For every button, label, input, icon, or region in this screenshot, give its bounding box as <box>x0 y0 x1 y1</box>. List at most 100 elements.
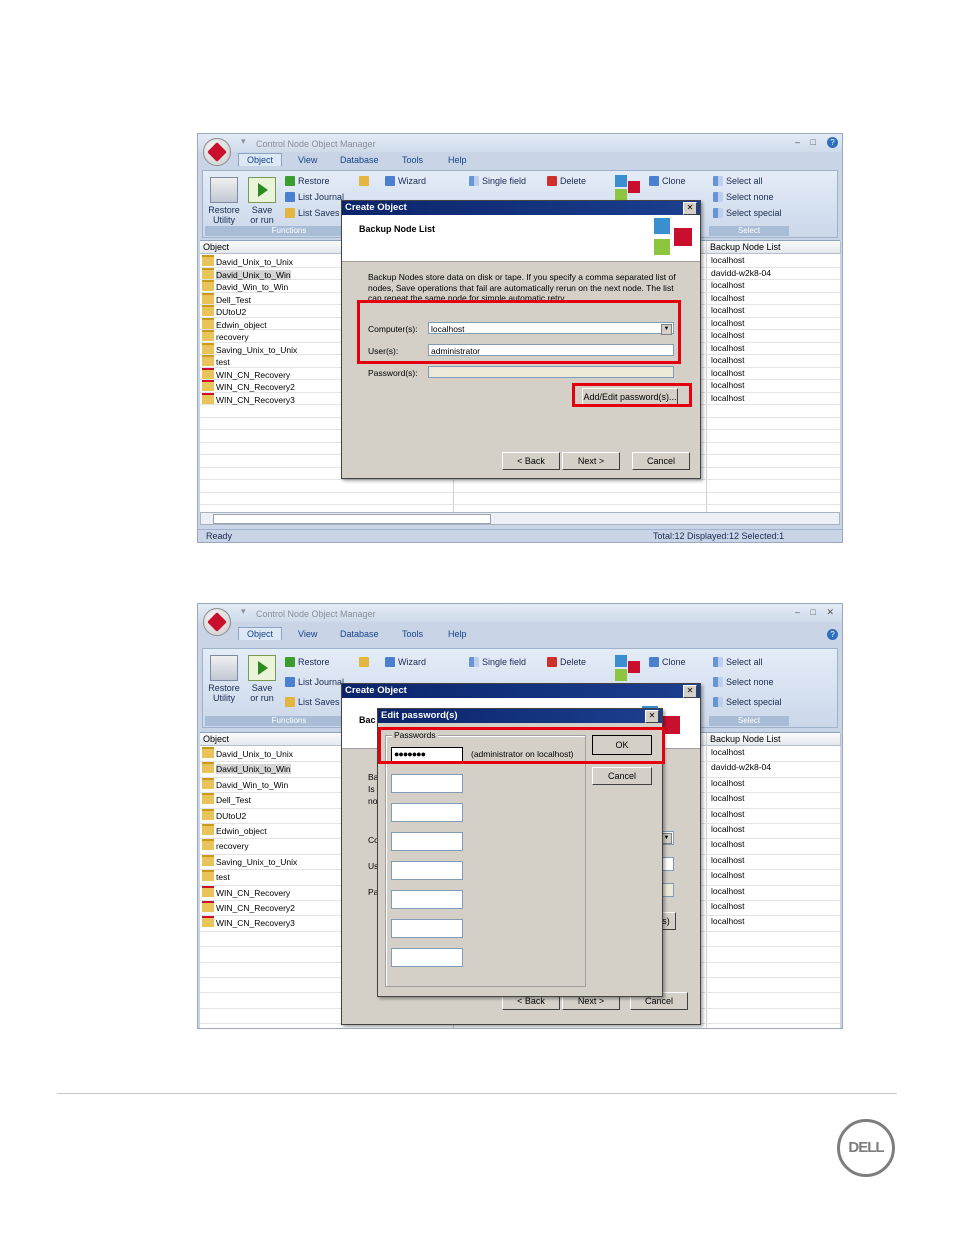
select-special-label: Select special <box>726 697 782 707</box>
wizard-button[interactable]: Wizard <box>385 176 426 186</box>
close-icon[interactable]: ✕ <box>645 710 659 723</box>
tab-help[interactable]: Help <box>448 629 467 639</box>
delete-button[interactable]: Delete <box>547 657 586 667</box>
object-cell[interactable]: Saving_Unix_to_Unix <box>202 342 297 355</box>
object-cell[interactable]: Dell_Test <box>202 292 251 305</box>
list-journal-button[interactable]: List Journal <box>285 677 344 687</box>
journal-icon <box>285 192 295 202</box>
list-saves-button[interactable]: List Saves <box>285 208 340 218</box>
single-field-button[interactable]: Single field <box>469 657 526 667</box>
select-none-button[interactable]: Select none <box>713 192 774 202</box>
tab-object[interactable]: Object <box>238 627 283 640</box>
app-orb-button[interactable] <box>203 608 231 636</box>
object-cell[interactable]: David_Win_to_Win <box>202 280 288 292</box>
object-cell[interactable]: David_Win_to_Win <box>202 777 289 790</box>
select-all-button[interactable]: Select all <box>713 176 763 186</box>
list-journal-button[interactable]: List Journal <box>285 192 344 202</box>
object-cell[interactable]: DUtoU2 <box>202 305 246 317</box>
clone-button[interactable]: Clone <box>649 657 686 667</box>
app-orb-button[interactable] <box>203 138 231 166</box>
object-cell[interactable]: WIN_CN_Recovery3 <box>202 392 295 405</box>
object-cell[interactable]: David_Unix_to_Win <box>202 762 291 775</box>
close-icon[interactable]: ✕ <box>683 202 697 215</box>
object-cell[interactable]: David_Unix_to_Win <box>202 267 291 280</box>
folder-icon <box>202 267 214 279</box>
object-cell[interactable]: recovery <box>202 330 249 342</box>
restore-button[interactable]: Restore <box>285 176 330 186</box>
back-button[interactable]: < Back <box>502 452 560 470</box>
select-all-button[interactable]: Select all <box>713 657 763 667</box>
cancel-button[interactable]: Cancel <box>592 767 652 785</box>
table-row[interactable] <box>200 492 840 505</box>
select-special-icon <box>713 697 723 707</box>
tab-database[interactable]: Database <box>340 629 379 639</box>
play-icon <box>248 655 276 681</box>
list-journal-label: List Journal <box>298 192 345 202</box>
ribbon-tabs: Object View Database Tools Help <box>236 627 842 643</box>
quick-access-icon[interactable]: ▾ <box>241 606 246 617</box>
object-cell[interactable]: test <box>202 355 230 367</box>
tab-view[interactable]: View <box>298 155 317 165</box>
restore-button[interactable]: Restore <box>285 657 330 667</box>
object-cell[interactable]: WIN_CN_Recovery <box>202 367 290 380</box>
object-cell[interactable]: Dell_Test <box>202 793 251 805</box>
column-header-node[interactable]: Backup Node List <box>707 733 841 746</box>
select-special-button[interactable]: Select special <box>713 208 782 218</box>
save-or-run-button[interactable]: Save or run <box>247 177 277 225</box>
restore-utility-button[interactable]: Restore Utility <box>207 655 241 703</box>
save-or-run-button[interactable]: Save or run <box>247 655 277 703</box>
horizontal-scrollbar[interactable] <box>200 512 840 525</box>
wizard-button[interactable]: Wizard <box>385 657 426 667</box>
tab-view[interactable]: View <box>298 629 317 639</box>
select-none-button[interactable]: Select none <box>713 677 774 687</box>
object-name: David_Win_to_Win <box>216 282 289 292</box>
object-cell[interactable]: WIN_CN_Recovery <box>202 885 290 898</box>
scroll-icon-button[interactable] <box>359 657 372 667</box>
tab-help[interactable]: Help <box>448 155 467 165</box>
object-cell[interactable]: Saving_Unix_to_Unix <box>202 854 297 867</box>
object-cell[interactable]: WIN_CN_Recovery3 <box>202 916 295 928</box>
password-input-2[interactable] <box>391 774 463 793</box>
password-input-7[interactable] <box>391 919 463 938</box>
folder-icon <box>202 777 214 789</box>
password-input-8[interactable] <box>391 948 463 967</box>
password-input-4[interactable] <box>391 832 463 851</box>
password-input-3[interactable] <box>391 803 463 822</box>
close-icon[interactable]: ✕ <box>683 685 697 698</box>
clone-button[interactable]: Clone <box>649 176 686 186</box>
cancel-button[interactable]: Cancel <box>632 452 690 470</box>
object-cell[interactable]: David_Unix_to_Unix <box>202 255 293 267</box>
column-header-node[interactable]: Backup Node List <box>707 241 841 254</box>
object-cell[interactable]: recovery <box>202 839 249 851</box>
table-row[interactable] <box>200 479 840 493</box>
quick-access-icon[interactable]: ▾ <box>241 136 246 147</box>
scroll-icon-button[interactable] <box>359 176 372 186</box>
password-input-5[interactable] <box>391 861 463 880</box>
object-cell[interactable]: WIN_CN_Recovery2 <box>202 380 295 392</box>
single-field-button[interactable]: Single field <box>469 176 526 186</box>
desc-fragment-2: Is <box>368 784 375 794</box>
object-cell[interactable]: test <box>202 870 230 882</box>
object-cell[interactable]: DUtoU2 <box>202 808 246 821</box>
tab-tools[interactable]: Tools <box>402 155 423 165</box>
object-cell[interactable]: WIN_CN_Recovery2 <box>202 901 295 913</box>
tab-database[interactable]: Database <box>340 155 379 165</box>
node-cell: localhost <box>711 901 745 911</box>
tab-tools[interactable]: Tools <box>402 629 423 639</box>
object-name: David_Win_to_Win <box>216 779 289 790</box>
help-icon[interactable]: ? <box>827 629 838 640</box>
tab-object[interactable]: Object <box>238 153 283 166</box>
list-saves-button[interactable]: List Saves <box>285 697 340 707</box>
help-icon[interactable]: ? <box>827 137 838 148</box>
select-special-button[interactable]: Select special <box>713 697 782 707</box>
object-cell[interactable]: Edwin_object <box>202 824 267 836</box>
restore-utility-button[interactable]: Restore Utility <box>207 177 241 225</box>
next-button[interactable]: Next > <box>562 452 620 470</box>
object-cell[interactable]: David_Unix_to_Unix <box>202 747 293 759</box>
object-cell[interactable]: Edwin_object <box>202 317 267 330</box>
password-input-6[interactable] <box>391 890 463 909</box>
node-cell: localhost <box>711 793 745 804</box>
window-controls[interactable]: – □ ✕ <box>795 607 838 618</box>
delete-button[interactable]: Delete <box>547 176 586 186</box>
folder-icon <box>202 255 214 266</box>
